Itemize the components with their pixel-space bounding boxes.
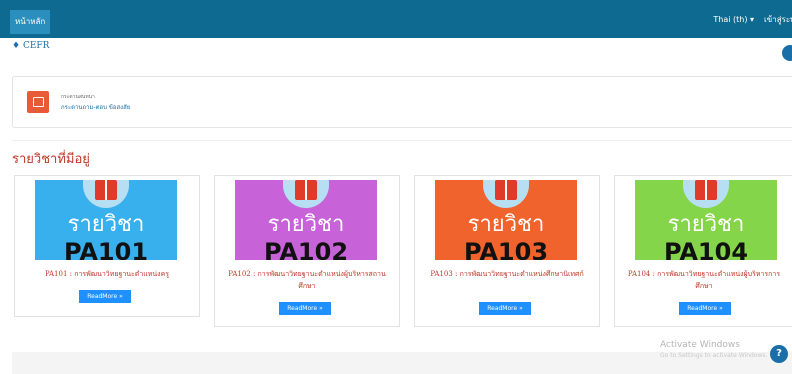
course-thumbnail[interactable]: รายวิชา PA102 [235, 180, 377, 260]
readmore-button[interactable]: ReadMore » [679, 302, 731, 315]
thumbnail-heading: รายวิชา [67, 212, 145, 237]
course-card-pa104[interactable]: รายวิชา PA104 PA104 : การพัฒนาวิทยฐานะตำ… [614, 175, 792, 327]
home-nav-link[interactable]: หน้าหลัก [10, 10, 51, 34]
activate-windows-subtitle: Go to Settings to activate Windows. [660, 352, 768, 359]
book-icon [683, 180, 729, 208]
thumbnail-code: PA101 [63, 238, 149, 260]
book-icon [483, 180, 529, 208]
thumbnail-code: PA102 [263, 238, 349, 260]
category-panel: กระดานสนทนา กระดานถาม-ตอบ ข้อสงสัย [12, 76, 792, 128]
readmore-button[interactable]: ReadMore » [79, 290, 131, 303]
thumbnail-heading: รายวิชา [667, 212, 745, 237]
divider [12, 140, 792, 141]
readmore-button[interactable]: ReadMore » [479, 302, 531, 315]
thumbnail-code: PA103 [463, 238, 549, 260]
course-card-pa101[interactable]: รายวิชา PA101 PA101 : การพัฒนาวิทยฐานะตำ… [14, 175, 200, 317]
forum-link[interactable]: กระดานถาม-ตอบ ข้อสงสัย [61, 102, 130, 112]
cefr-label: CEFR [22, 41, 50, 51]
course-title-link[interactable]: PA104 : การพัฒนาวิทยฐานะตำแหน่งผู้บริหาร… [621, 268, 787, 292]
activate-windows-title: Activate Windows [660, 340, 740, 350]
course-thumbnail[interactable]: รายวิชา PA104 [635, 180, 777, 260]
course-card-pa102[interactable]: รายวิชา PA102 PA102 : การพัฒนาวิทยฐานะตำ… [214, 175, 400, 327]
forum-icon [27, 91, 49, 113]
course-card-pa103[interactable]: รายวิชา PA103 PA103 : การพัฒนาวิทยฐานะตำ… [414, 175, 600, 327]
course-title-link[interactable]: PA102 : การพัฒนาวิทยฐานะตำแหน่งผู้บริหาร… [221, 268, 393, 292]
book-icon [283, 180, 329, 208]
thumbnail-heading: รายวิชา [467, 212, 545, 237]
readmore-button[interactable]: ReadMore » [279, 302, 331, 315]
help-button[interactable]: ? [770, 345, 788, 363]
top-navbar: หน้าหลัก Thai (th) ▾ เข้าสู่ระบบ [0, 0, 792, 38]
thumbnail-heading: รายวิชา [267, 212, 345, 237]
category-label: กระดานสนทนา [61, 94, 95, 100]
section-title: รายวิชาที่มีอยู่ [12, 152, 90, 167]
cefr-link[interactable]: ♦ CEFR [12, 41, 49, 51]
side-toggle-button[interactable] [782, 45, 792, 61]
book-icon [83, 180, 129, 208]
thumbnail-code: PA104 [663, 238, 749, 260]
language-menu[interactable]: Thai (th) ▾ [713, 0, 754, 38]
course-title-link[interactable]: PA101 : การพัฒนาวิทยฐานะตำแหน่งครู [21, 268, 193, 280]
course-title-link[interactable]: PA103 : การพัฒนาวิทยฐานะตำแหน่งศึกษานิเท… [421, 268, 593, 280]
course-thumbnail[interactable]: รายวิชา PA101 [35, 180, 177, 260]
login-link[interactable]: เข้าสู่ระบบ [764, 0, 792, 38]
course-thumbnail[interactable]: รายวิชา PA103 [435, 180, 577, 260]
